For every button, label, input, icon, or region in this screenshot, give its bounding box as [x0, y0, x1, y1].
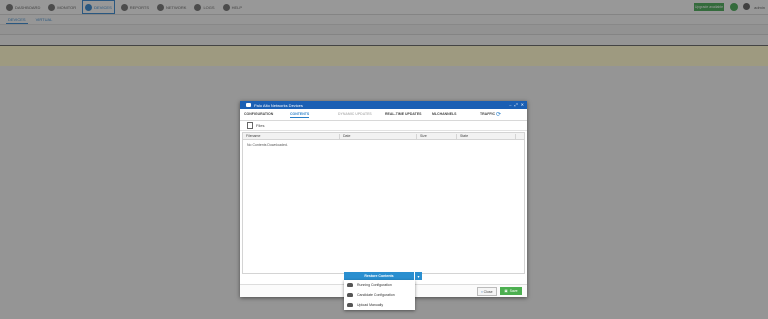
col-size[interactable]: Size — [420, 134, 427, 138]
chevron-down-icon[interactable]: ▾ — [414, 272, 422, 280]
dialog-tabs: CONFIGURATION CONTENTS DYNAMIC UPDATES R… — [240, 109, 527, 121]
restore-menu: Running Configuration Candidate Configur… — [344, 280, 415, 310]
menu-item-candidate[interactable]: Candidate Configuration — [344, 290, 415, 300]
file-icon — [247, 122, 253, 129]
menu-item-running[interactable]: Running Configuration — [344, 280, 415, 290]
cloud-icon — [347, 283, 353, 287]
col-state[interactable]: State — [460, 134, 468, 138]
dialog-titlebar: Palo Alto Networks Devices – ⤢ ✕ — [240, 101, 527, 109]
save-button[interactable]: ▣ Save — [500, 287, 522, 295]
files-section: Files — [240, 121, 527, 131]
tab-configuration[interactable]: CONFIGURATION — [244, 112, 273, 116]
col-filename[interactable]: Filename — [246, 134, 260, 138]
tab-dynamic-updates[interactable]: DYNAMIC UPDATES — [338, 112, 372, 116]
close-button[interactable]: ▪ Close — [477, 287, 497, 296]
tab-traffic[interactable]: TRAFFIC — [480, 112, 495, 116]
maximize-icon[interactable]: ⤢ — [514, 102, 517, 107]
restore-contents-button[interactable]: Restore Contents ▾ — [344, 272, 422, 280]
cloud-icon — [347, 293, 353, 297]
refresh-icon[interactable]: ⟳ — [496, 111, 501, 118]
grid-header: Filename Date Size State — [243, 133, 524, 140]
col-date[interactable]: Date — [343, 134, 350, 138]
cloud-icon — [347, 303, 353, 307]
devices-dialog: Palo Alto Networks Devices – ⤢ ✕ CONFIGU… — [240, 101, 527, 297]
dialog-title: Palo Alto Networks Devices — [254, 102, 303, 108]
empty-message: No Contents Downloaded. — [247, 143, 288, 147]
files-grid: Filename Date Size State No Contents Dow… — [242, 132, 525, 274]
tab-real-time-updates[interactable]: REAL-TIME UPDATES — [385, 112, 422, 116]
tab-contents[interactable]: CONTENTS — [290, 112, 310, 118]
files-label: Files — [256, 123, 265, 128]
logo-icon — [246, 103, 251, 107]
menu-item-upload[interactable]: Upload Manually — [344, 300, 415, 310]
close-icon[interactable]: ✕ — [521, 102, 524, 107]
tab-mlchannels[interactable]: MLCHANNELS — [432, 112, 457, 116]
save-icon: ▣ — [504, 289, 508, 293]
minimize-icon[interactable]: – — [509, 102, 511, 107]
